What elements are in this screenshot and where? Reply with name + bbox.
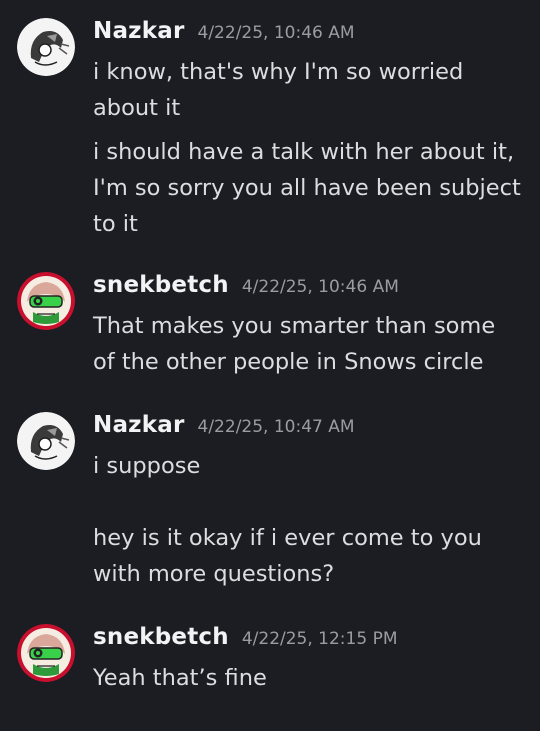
message-body: i know, that's why I'm so worried about …: [93, 54, 528, 242]
message-body: i suppose hey is it okay if i ever come …: [93, 448, 528, 592]
message-text: of the other people in Snows circle: [93, 349, 484, 375]
message-text: about it: [93, 95, 181, 121]
username[interactable]: snekbetch: [93, 272, 229, 298]
username[interactable]: Nazkar: [93, 412, 185, 438]
message-text: i suppose: [93, 453, 201, 479]
timestamp: 4/22/25, 10:46 AM: [241, 277, 399, 297]
message-text: to it: [93, 211, 138, 237]
message-body: That makes you smarter than some of the …: [93, 308, 528, 380]
username[interactable]: Nazkar: [93, 18, 185, 44]
snekbetch-avatar-icon[interactable]: [17, 272, 75, 330]
message-text: hey is it okay if i ever come to you: [93, 525, 482, 551]
message-text: i should have a talk with her about it,: [93, 139, 515, 165]
message-text: with more questions?: [93, 561, 335, 587]
message-body: Yeah that’s fine: [93, 660, 528, 696]
message-header: Nazkar 4/22/25, 10:46 AM: [93, 18, 355, 52]
message-header: snekbetch 4/22/25, 10:46 AM: [93, 272, 399, 306]
message-header: Nazkar 4/22/25, 10:47 AM: [93, 412, 355, 446]
timestamp: 4/22/25, 12:15 PM: [241, 629, 398, 649]
message-text: That makes you smarter than some: [93, 313, 496, 339]
nazkar-avatar-icon[interactable]: [17, 412, 75, 470]
timestamp: 4/22/25, 10:46 AM: [197, 23, 355, 43]
snekbetch-avatar-icon[interactable]: [17, 624, 75, 682]
message-text: I'm so sorry you all have been subject: [93, 175, 521, 201]
message-header: snekbetch 4/22/25, 12:15 PM: [93, 624, 397, 658]
username[interactable]: snekbetch: [93, 624, 229, 650]
message-text: Yeah that’s fine: [93, 665, 267, 691]
nazkar-avatar-icon[interactable]: [17, 18, 75, 76]
message-text: i know, that's why I'm so worried: [93, 59, 464, 85]
timestamp: 4/22/25, 10:47 AM: [197, 417, 355, 437]
chat-messages: Nazkar 4/22/25, 10:46 AM i know, that's …: [0, 0, 540, 731]
